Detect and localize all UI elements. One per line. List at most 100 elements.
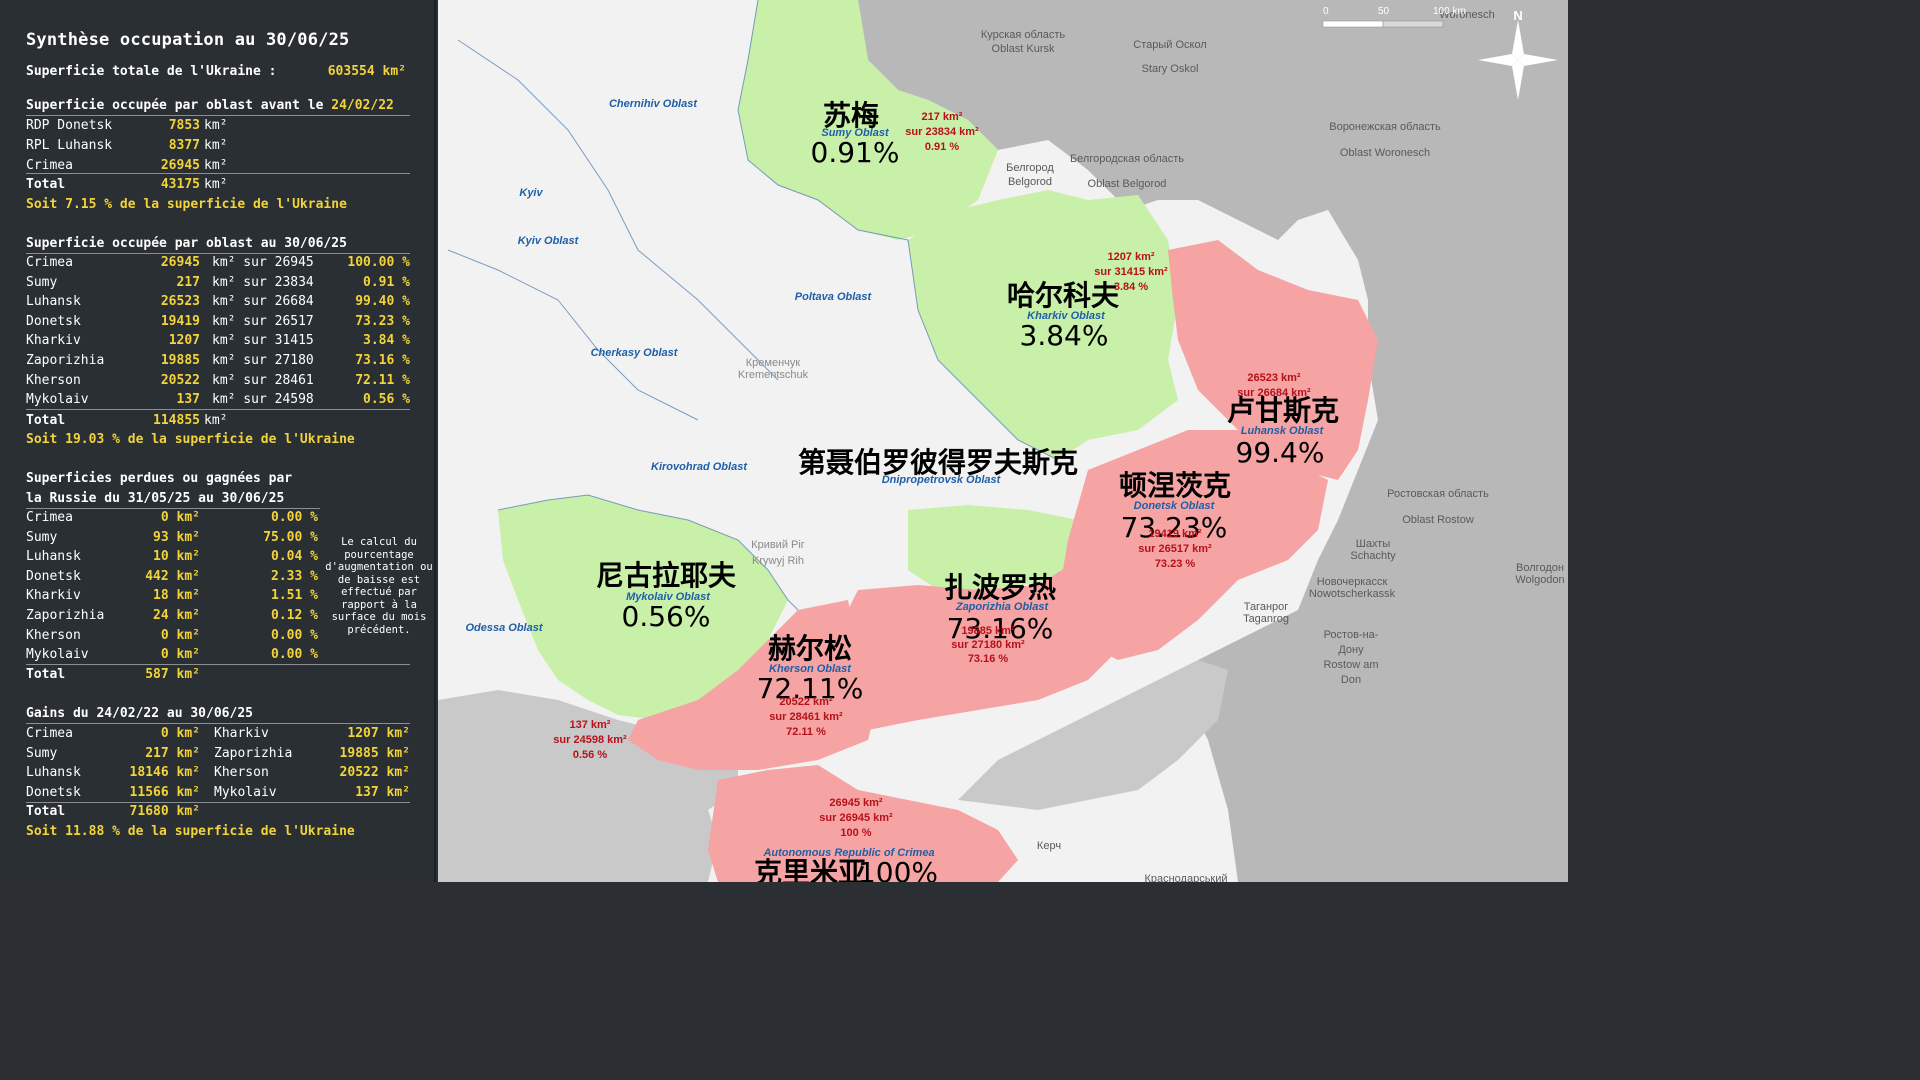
place-rostov: Ростов-на- bbox=[1324, 629, 1379, 641]
current-row-unit: km² sur 28461 bbox=[212, 372, 314, 388]
gains-row-name: Donetsk bbox=[26, 784, 81, 800]
change-row-name: Kherson bbox=[26, 627, 81, 643]
gains-row-name-right: Kharkiv bbox=[214, 726, 269, 741]
crimea-pct: 100% bbox=[858, 856, 938, 882]
change-row-pct: 0.00 % bbox=[271, 627, 318, 643]
gains-row-value-right: 137 km² bbox=[355, 784, 410, 800]
north-label: N bbox=[1513, 8, 1522, 23]
current-row-pct: 3.84 % bbox=[363, 333, 410, 349]
place-kryvyi-rih: Кривий Ріг bbox=[751, 539, 805, 551]
kharkiv-stat-3: 3.84 % bbox=[1114, 281, 1148, 293]
zaporizhia-stat-2: sur 27180 km² bbox=[951, 639, 1025, 651]
change-total-label: Total bbox=[26, 667, 66, 682]
donetsk-cn: 顿涅茨克 bbox=[1119, 469, 1231, 502]
place-novocherkassk-2: Nowotscherkassk bbox=[1309, 588, 1396, 600]
sumy-stat-1: 217 km² bbox=[922, 111, 963, 123]
current-total-label: Total bbox=[26, 413, 66, 428]
change-row-pct: 75.00 % bbox=[263, 529, 318, 545]
current-row-unit: km² sur 26684 bbox=[212, 294, 314, 310]
sumy-stat-2: sur 23834 km² bbox=[905, 126, 979, 138]
change-row-name: Kharkiv bbox=[26, 588, 81, 604]
current-row-pct: 100.00 % bbox=[347, 255, 410, 270]
summary-panel: Synthèse occupation au 30/06/25 Superfic… bbox=[0, 0, 436, 882]
current-row-value: 26523 bbox=[160, 294, 200, 310]
place-taganrog-2: Taganrog bbox=[1243, 613, 1289, 625]
current-row-value: 19419 bbox=[160, 313, 200, 329]
gains-row-name: Crimea bbox=[26, 726, 73, 741]
current-row-pct: 0.91 % bbox=[363, 274, 410, 290]
current-heading: Superficie occupée par oblast au 30/06/2… bbox=[26, 236, 347, 251]
before-total-label: Total bbox=[26, 177, 66, 192]
place-kremenchuk-2: Krementschuk bbox=[738, 369, 809, 381]
change-row-name: Crimea bbox=[26, 510, 73, 525]
place-novocherkassk: Новочеркасск bbox=[1317, 576, 1388, 588]
current-row-pct: 0.56 % bbox=[363, 392, 410, 408]
scale-50: 50 bbox=[1378, 6, 1390, 17]
current-row-value: 137 bbox=[176, 392, 200, 408]
before-row-name: Crimea bbox=[26, 158, 73, 173]
change-row-name: Donetsk bbox=[26, 568, 81, 584]
before-row-value: 8377 bbox=[168, 138, 200, 153]
change-row-value: 0 km² bbox=[160, 627, 200, 643]
current-row-pct: 99.40 % bbox=[355, 294, 410, 310]
current-row-name: Kharkiv bbox=[26, 333, 81, 349]
current-row-name: Luhansk bbox=[26, 294, 81, 310]
current-row-unit: km² sur 26517 bbox=[212, 313, 314, 329]
current-row-unit: km² sur 23834 bbox=[212, 274, 314, 290]
kherson-cn: 赫尔松 bbox=[768, 632, 852, 665]
mykolaiv-pct: 0.56% bbox=[622, 600, 711, 633]
chernihiv-label: Chernihiv Oblast bbox=[609, 98, 698, 110]
gains-row-value: 0 km² bbox=[160, 726, 200, 741]
current-row-value: 19885 bbox=[160, 353, 200, 368]
cherkasy-label: Cherkasy Oblast bbox=[591, 347, 679, 359]
before-heading: Superficie occupée par oblast avant le 2… bbox=[26, 98, 394, 113]
place-taganrog: Таганрог bbox=[1244, 601, 1289, 613]
gains-row-value: 18146 km² bbox=[129, 765, 200, 781]
scale-100: 100 km bbox=[1433, 6, 1466, 17]
occupation-map: 苏梅 Sumy Oblast 0.91% 217 km² sur 23834 k… bbox=[438, 0, 1568, 882]
current-row-value: 20522 bbox=[160, 372, 200, 388]
place-kremenchuk: Кременчук bbox=[746, 357, 801, 369]
change-row-value: 93 km² bbox=[153, 529, 200, 545]
donetsk-stat-1: 19419 km² bbox=[1148, 528, 1202, 540]
place-belgorod-obl: Белгородская область bbox=[1070, 153, 1184, 165]
before-row-value: 26945 bbox=[160, 158, 200, 173]
gains-row-name-right: Mykolaiv bbox=[214, 784, 277, 800]
poltava-label: Poltava Oblast bbox=[795, 291, 873, 303]
current-row-name: Sumy bbox=[26, 274, 58, 290]
place-rostov-4: Don bbox=[1341, 674, 1361, 686]
scale-0: 0 bbox=[1323, 6, 1329, 17]
change-row-name: Sumy bbox=[26, 529, 58, 545]
change-heading-1: Superficies perdues ou gagnées par bbox=[26, 471, 293, 486]
change-row-pct: 1.51 % bbox=[271, 588, 318, 604]
change-row-pct: 0.12 % bbox=[271, 608, 318, 623]
gains-total-value: 71680 km² bbox=[129, 804, 200, 819]
kyiv-city-label: Kyiv bbox=[519, 187, 543, 199]
kherson-stat-2: sur 28461 km² bbox=[769, 711, 843, 723]
current-row-name: Donetsk bbox=[26, 313, 81, 329]
sumy-pct: 0.91% bbox=[811, 136, 900, 169]
kharkiv-stat-2: sur 31415 km² bbox=[1094, 266, 1168, 278]
current-row-value: 217 bbox=[176, 274, 200, 290]
current-row-name: Kherson bbox=[26, 372, 81, 388]
before-row-name: RDP Donetsk bbox=[26, 118, 113, 133]
current-total-unit: km² bbox=[204, 413, 228, 428]
zaporizhia-stat-3: 73.16 % bbox=[968, 653, 1009, 665]
mykolaiv-stat-3: 0.56 % bbox=[573, 749, 607, 761]
place-rostov-obl: Ростовская область bbox=[1387, 488, 1489, 500]
change-row-value: 24 km² bbox=[153, 608, 200, 623]
gains-heading: Gains du 24/02/22 au 30/06/25 bbox=[26, 706, 253, 721]
total-area-value: 603554 km² bbox=[327, 64, 406, 79]
mykolaiv-stat-2: sur 24598 km² bbox=[553, 734, 627, 746]
change-row-name: Zaporizhia bbox=[26, 608, 105, 623]
gains-summary: Soit 11.88 % de la superficie de l'Ukrai… bbox=[26, 824, 355, 839]
current-row-name: Crimea bbox=[26, 255, 73, 270]
zaporizhia-cn: 扎波罗热 bbox=[944, 571, 1056, 604]
mykolaiv-cn: 尼古拉耶夫 bbox=[596, 559, 737, 592]
current-row-unit: km² sur 31415 bbox=[212, 333, 314, 349]
odessa-label: Odessa Oblast bbox=[465, 622, 543, 634]
place-kursk-2: Oblast Kursk bbox=[992, 43, 1055, 55]
place-stary-oskol-2: Stary Oskol bbox=[1142, 63, 1199, 75]
before-row-value: 7853 bbox=[168, 118, 200, 133]
change-row-value: 0 km² bbox=[160, 510, 200, 525]
